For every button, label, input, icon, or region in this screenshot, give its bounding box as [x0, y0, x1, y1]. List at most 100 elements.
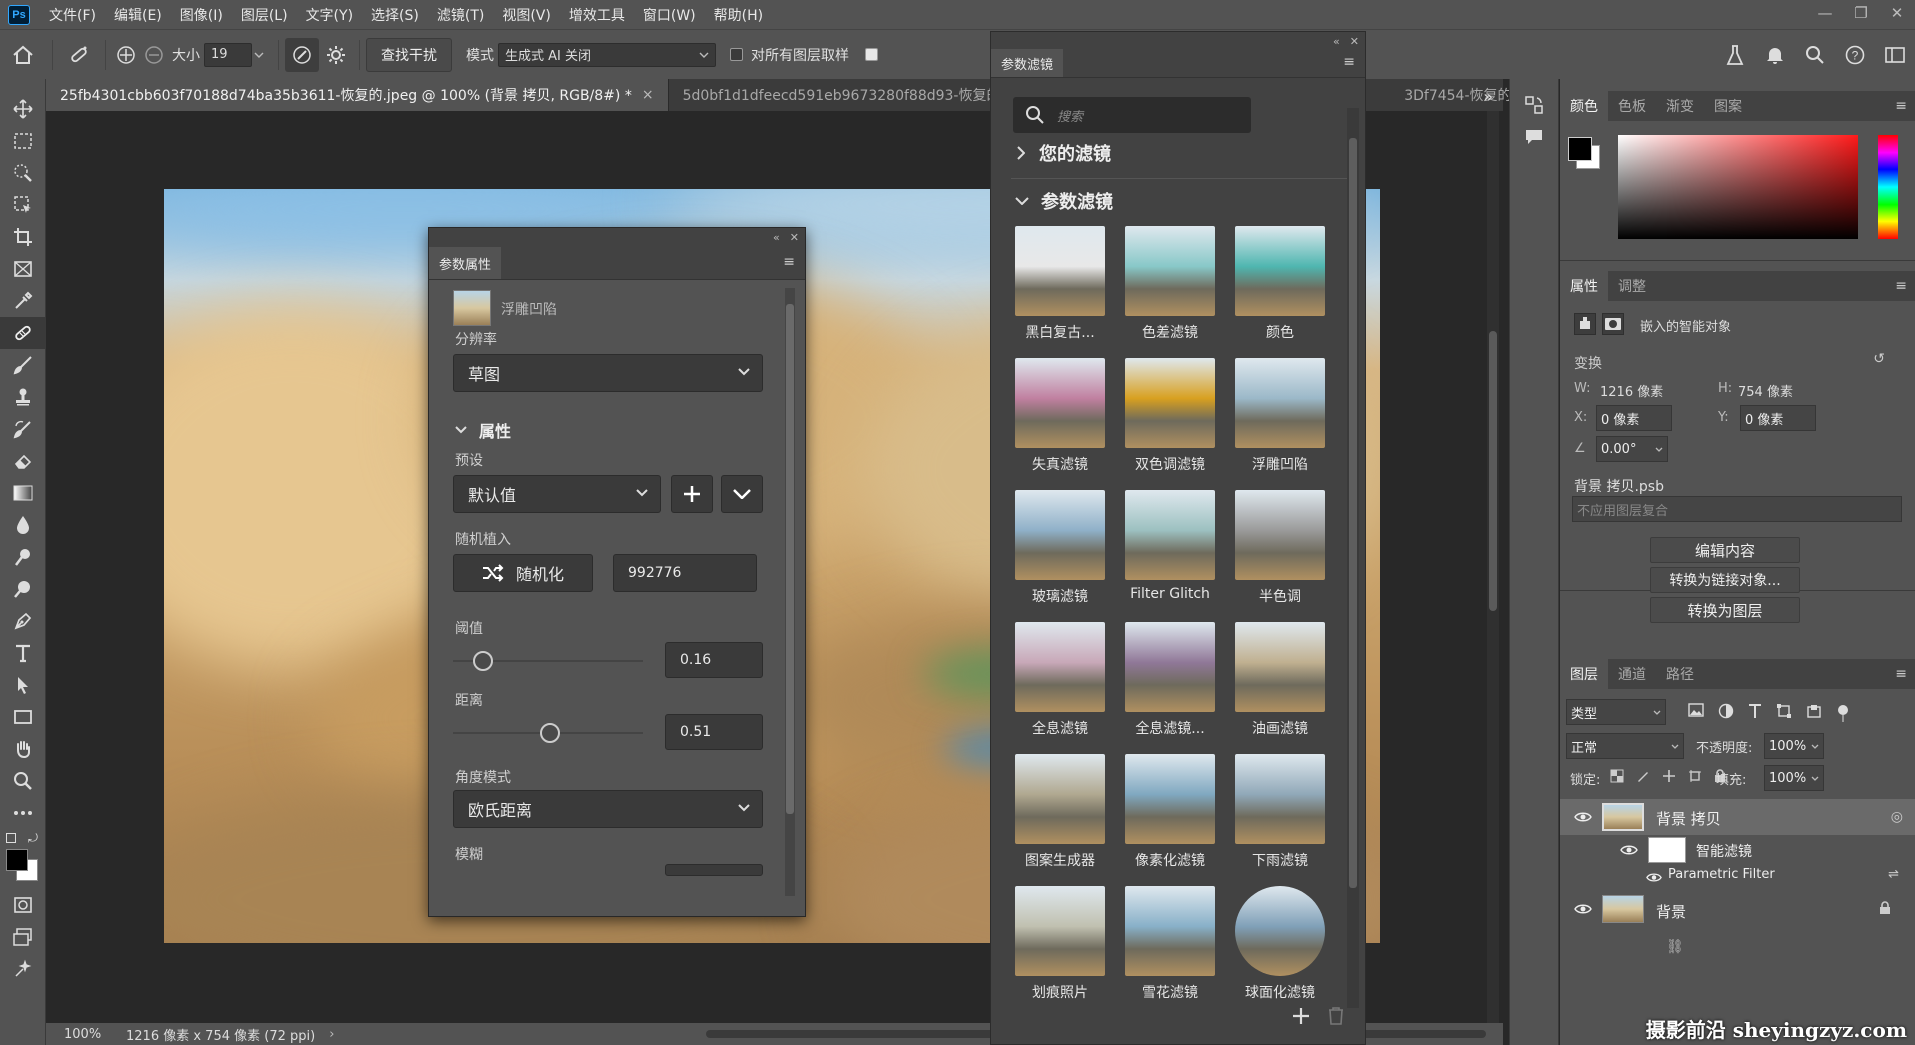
- second-checkbox[interactable]: [865, 48, 878, 61]
- object-select-tool-icon[interactable]: [0, 189, 46, 221]
- convert-to-linked-button[interactable]: 转换为链接对象...: [1650, 567, 1800, 593]
- canvas-vertical-scrollbar[interactable]: [1487, 111, 1499, 1023]
- add-preset-button[interactable]: [671, 475, 713, 513]
- close-filters-icon[interactable]: ✕: [1350, 35, 1359, 48]
- move-tool-icon[interactable]: [0, 93, 46, 125]
- reset-transform-icon[interactable]: ↺: [1873, 351, 1885, 367]
- link-layers-icon[interactable]: ⛓: [1666, 939, 1684, 955]
- distance-slider-track[interactable]: [453, 723, 643, 743]
- workspace-icon[interactable]: [1875, 38, 1915, 72]
- filter-item[interactable]: 双色调滤镜: [1115, 358, 1225, 474]
- default-colors-icon[interactable]: [6, 833, 16, 843]
- menu-window[interactable]: 窗口(W): [634, 5, 705, 25]
- add-filter-icon[interactable]: [1291, 1006, 1315, 1030]
- angle-mode-select[interactable]: 欧氏距离: [453, 790, 763, 828]
- menu-filter[interactable]: 滤镜(T): [428, 5, 493, 25]
- menu-file[interactable]: 文件(F): [40, 5, 105, 25]
- filter-options-icon[interactable]: ⇌: [1888, 867, 1899, 882]
- close-window-icon[interactable]: ✕: [1879, 0, 1915, 29]
- lock-pixels-icon[interactable]: [1636, 769, 1650, 783]
- filter-item[interactable]: 色差滤镜: [1115, 226, 1225, 342]
- menu-select[interactable]: 选择(S): [362, 5, 428, 25]
- bell-icon[interactable]: [1755, 38, 1795, 72]
- collapse-filters-icon[interactable]: «: [1333, 35, 1340, 48]
- menu-layer[interactable]: 图层(L): [232, 5, 297, 25]
- preset-menu-button[interactable]: [721, 475, 763, 513]
- gradient-tool-icon[interactable]: [0, 477, 46, 509]
- filters-scroll-thumb[interactable]: [1349, 138, 1357, 888]
- layer-filter-select[interactable]: 类型: [1566, 699, 1666, 725]
- menu-type[interactable]: 文字(Y): [297, 5, 362, 25]
- history-brush-tool-icon[interactable]: [0, 413, 46, 445]
- zoom-level[interactable]: 100%: [46, 1027, 102, 1042]
- parametric-filters-section[interactable]: 参数滤镜: [1015, 188, 1113, 214]
- size-dropdown-icon[interactable]: [254, 52, 264, 58]
- opacity-input[interactable]: 100%: [1764, 733, 1824, 759]
- filter-item[interactable]: 浮雕凹陷: [1225, 358, 1335, 474]
- filter-item[interactable]: 雪花滤镜: [1115, 886, 1225, 1002]
- angle-input[interactable]: 0.00°: [1596, 436, 1668, 462]
- tab-channels[interactable]: 通道: [1608, 659, 1656, 689]
- your-filters-section[interactable]: 您的滤镜: [1017, 140, 1111, 166]
- properties-scroll-thumb[interactable]: [786, 304, 794, 814]
- distance-slider-thumb[interactable]: [539, 723, 560, 743]
- quick-select-tool-icon[interactable]: [0, 157, 46, 189]
- minimize-icon[interactable]: —: [1807, 0, 1843, 29]
- lock-transparency-icon[interactable]: [1610, 769, 1624, 783]
- filter-item[interactable]: Filter Glitch: [1115, 490, 1225, 602]
- mode-select[interactable]: 生成式 AI 关闭: [498, 42, 716, 67]
- filter-item[interactable]: 图案生成器: [1005, 754, 1115, 870]
- visibility-eye-icon[interactable]: [1574, 811, 1592, 823]
- threshold-slider-track[interactable]: [453, 651, 643, 671]
- resolution-select[interactable]: 草图: [453, 354, 763, 392]
- filter-search-field[interactable]: 搜索: [1013, 97, 1251, 133]
- smart-filters-label[interactable]: 智能滤镜: [1696, 841, 1752, 861]
- settings-gear-icon[interactable]: [319, 38, 353, 72]
- threshold-slider-thumb[interactable]: [473, 651, 494, 671]
- filter-item[interactable]: 油画滤镜: [1225, 622, 1335, 738]
- filter-toggle-icon[interactable]: [1836, 703, 1850, 723]
- layer-name-background[interactable]: 背景: [1656, 901, 1686, 922]
- crosshair-mode-icon[interactable]: [112, 38, 140, 72]
- pen-tool-icon[interactable]: [0, 605, 46, 637]
- x-input[interactable]: 0 像素: [1596, 405, 1672, 431]
- history-panel-icon[interactable]: [1510, 89, 1558, 121]
- circle-mode-icon[interactable]: [140, 38, 168, 72]
- collapse-panel-icon[interactable]: «: [773, 231, 780, 244]
- help-icon[interactable]: ?: [1835, 38, 1875, 72]
- menu-edit[interactable]: 编辑(E): [105, 5, 171, 25]
- filter-item[interactable]: 失真滤镜: [1005, 358, 1115, 474]
- layers-menu-icon[interactable]: ≡: [1895, 666, 1915, 682]
- eraser-tool-icon[interactable]: [0, 445, 46, 477]
- filter-item[interactable]: 下雨滤镜: [1225, 754, 1335, 870]
- visibility-eye-icon[interactable]: [1574, 903, 1592, 915]
- lock-position-icon[interactable]: [1662, 769, 1676, 783]
- healing-brush-tool-icon[interactable]: [0, 317, 46, 349]
- fill-input[interactable]: 100%: [1764, 765, 1824, 791]
- filter-item[interactable]: 全息滤镜: [1005, 622, 1115, 738]
- filter-item[interactable]: 像素化滤镜: [1115, 754, 1225, 870]
- more-tabs-icon[interactable]: »: [1483, 87, 1493, 106]
- smart-filter-icon[interactable]: [1806, 703, 1822, 723]
- adjustment-filter-icon[interactable]: [1718, 703, 1734, 723]
- screen-mode-icon[interactable]: [0, 921, 46, 953]
- visibility-eye-icon[interactable]: [1620, 844, 1638, 856]
- generative-icon[interactable]: [0, 953, 46, 985]
- tab-properties[interactable]: 属性: [1560, 271, 1608, 301]
- hand-tool-icon[interactable]: [0, 733, 46, 765]
- parametric-filter-label[interactable]: Parametric Filter: [1668, 867, 1775, 882]
- layer-comp-select[interactable]: 不应用图层复合: [1572, 496, 1902, 522]
- visibility-eye-icon[interactable]: [1646, 872, 1662, 883]
- convert-to-layers-button[interactable]: 转换为图层: [1650, 597, 1800, 623]
- home-icon[interactable]: [0, 38, 46, 72]
- filter-item[interactable]: 玻璃滤镜: [1005, 490, 1115, 606]
- tab-patterns[interactable]: 图案: [1704, 91, 1752, 121]
- spot-healing-brush-icon[interactable]: [59, 38, 99, 72]
- threshold-input[interactable]: 0.16: [665, 642, 763, 678]
- menu-image[interactable]: 图像(I): [171, 5, 232, 25]
- comments-panel-icon[interactable]: [1510, 121, 1558, 153]
- panel-menu-icon[interactable]: ≡: [783, 254, 805, 279]
- height-value[interactable]: 754 像素: [1738, 381, 1793, 400]
- filter-item[interactable]: 全息滤镜...: [1115, 622, 1225, 738]
- close-tab-icon[interactable]: ×: [642, 87, 654, 103]
